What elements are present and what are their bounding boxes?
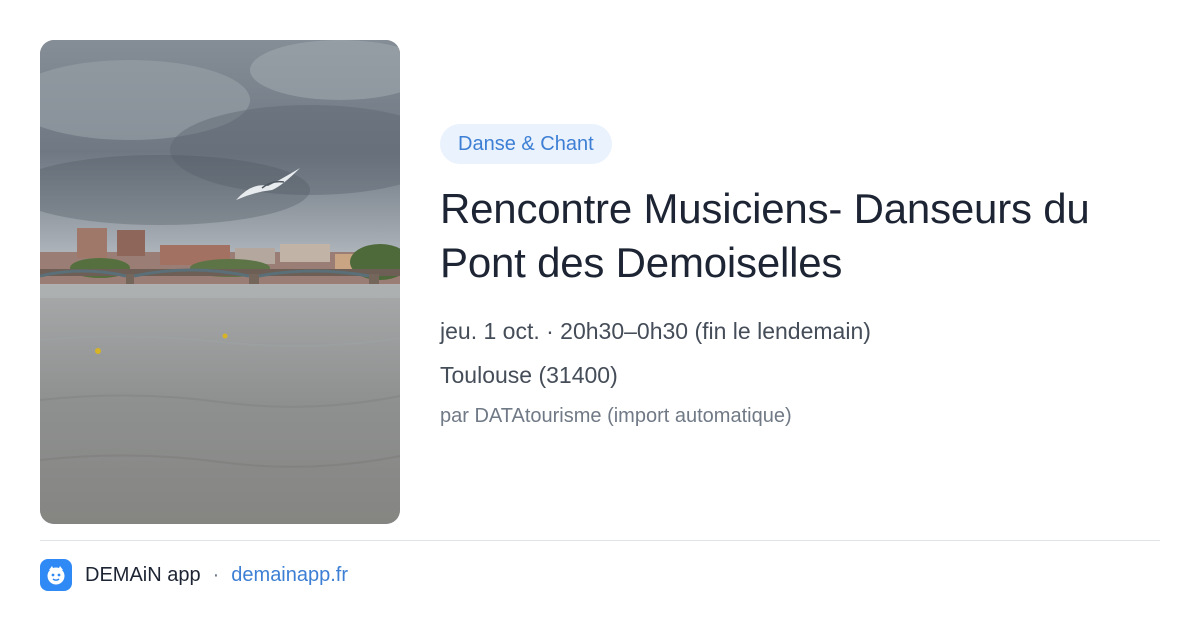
demain-app-logo-icon <box>40 559 72 591</box>
footer-separator: · <box>212 563 220 586</box>
footer: DEMAiN app · demainapp.fr <box>40 558 348 592</box>
event-source: par DATAtourisme (import automatique) <box>440 405 792 427</box>
category-badge[interactable]: Danse & Chant <box>440 124 612 164</box>
event-card: Danse & Chant Rencontre Musiciens- Danse… <box>0 0 1200 630</box>
event-details: Danse & Chant Rencontre Musiciens- Danse… <box>440 124 1160 430</box>
event-title: Rencontre Musiciens- Danseurs du Pont de… <box>440 185 1090 286</box>
event-location: Toulouse (31400) <box>440 362 618 388</box>
event-datetime: jeu. 1 oct. · 20h30–0h30 (fin le lendema… <box>440 318 871 344</box>
app-name: DEMAiN app <box>85 563 201 586</box>
footer-divider <box>40 540 1160 541</box>
event-photo <box>40 40 400 524</box>
event-photo-image <box>40 40 400 524</box>
app-website-link[interactable]: demainapp.fr <box>231 564 348 587</box>
